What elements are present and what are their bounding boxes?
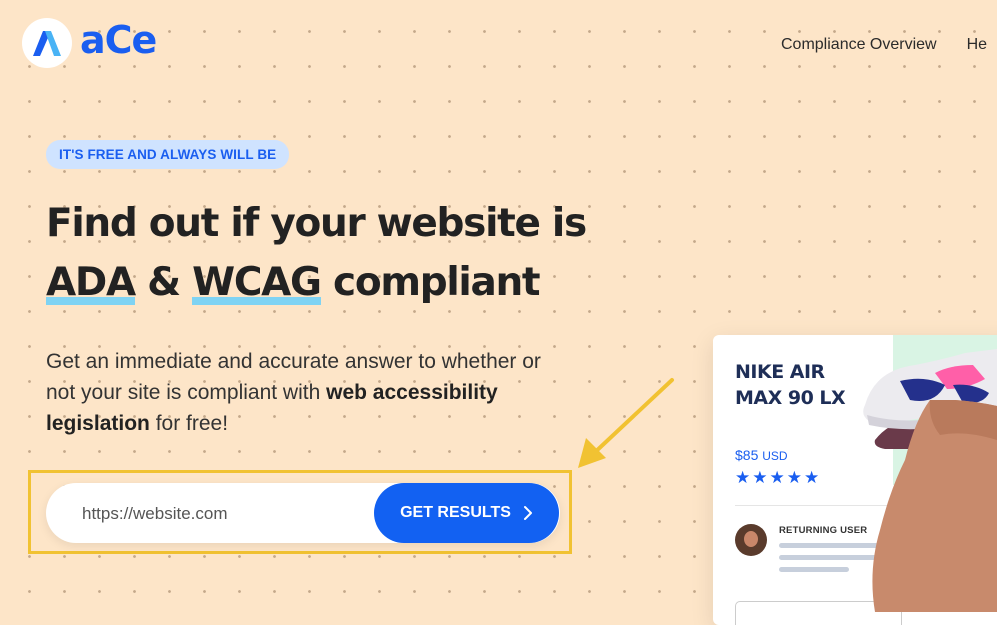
url-form: GET RESULTS (46, 483, 560, 545)
headline-tail: compliant (333, 260, 541, 305)
product-title-line-1: NIKE AIR (735, 361, 825, 383)
get-results-label: GET RESULTS (400, 504, 511, 521)
returning-user-label: RETURNING USER (779, 525, 868, 536)
price-currency: USD (762, 449, 788, 463)
nav-item-truncated[interactable]: He (967, 36, 987, 54)
headline-amp: & (147, 260, 181, 305)
headline-line-1: Find out if your website is (46, 201, 587, 246)
get-results-button[interactable]: GET RESULTS (374, 483, 559, 543)
description-text-2: for free! (149, 412, 229, 435)
logo-text: aCe (80, 18, 157, 62)
logo[interactable]: aCe (22, 18, 157, 68)
top-nav: Compliance Overview He (781, 36, 987, 54)
pointer-arrow-icon (578, 378, 674, 468)
headline-wcag: WCAG (192, 260, 322, 305)
free-badge: IT'S FREE AND ALWAYS WILL BE (46, 140, 290, 169)
chevron-right-icon (523, 506, 532, 520)
url-input[interactable] (80, 483, 374, 545)
headline-ada: ADA (46, 260, 136, 305)
product-title: NIKE AIR MAX 90 LX (735, 359, 846, 411)
hero-description: Get an immediate and accurate answer to … (46, 346, 566, 439)
person-image (872, 400, 997, 612)
logo-mark-icon (22, 18, 72, 68)
placeholder-line (779, 567, 849, 572)
rating-stars: ★★★★★ (735, 468, 822, 487)
price-value: $85 (735, 447, 759, 463)
avatar (735, 524, 767, 556)
page-title: Find out if your website is ADA & WCAG c… (46, 194, 587, 312)
nav-item-compliance-overview[interactable]: Compliance Overview (781, 36, 937, 54)
product-title-line-2: MAX 90 LX (735, 387, 846, 409)
product-price: $85 USD (735, 447, 788, 463)
